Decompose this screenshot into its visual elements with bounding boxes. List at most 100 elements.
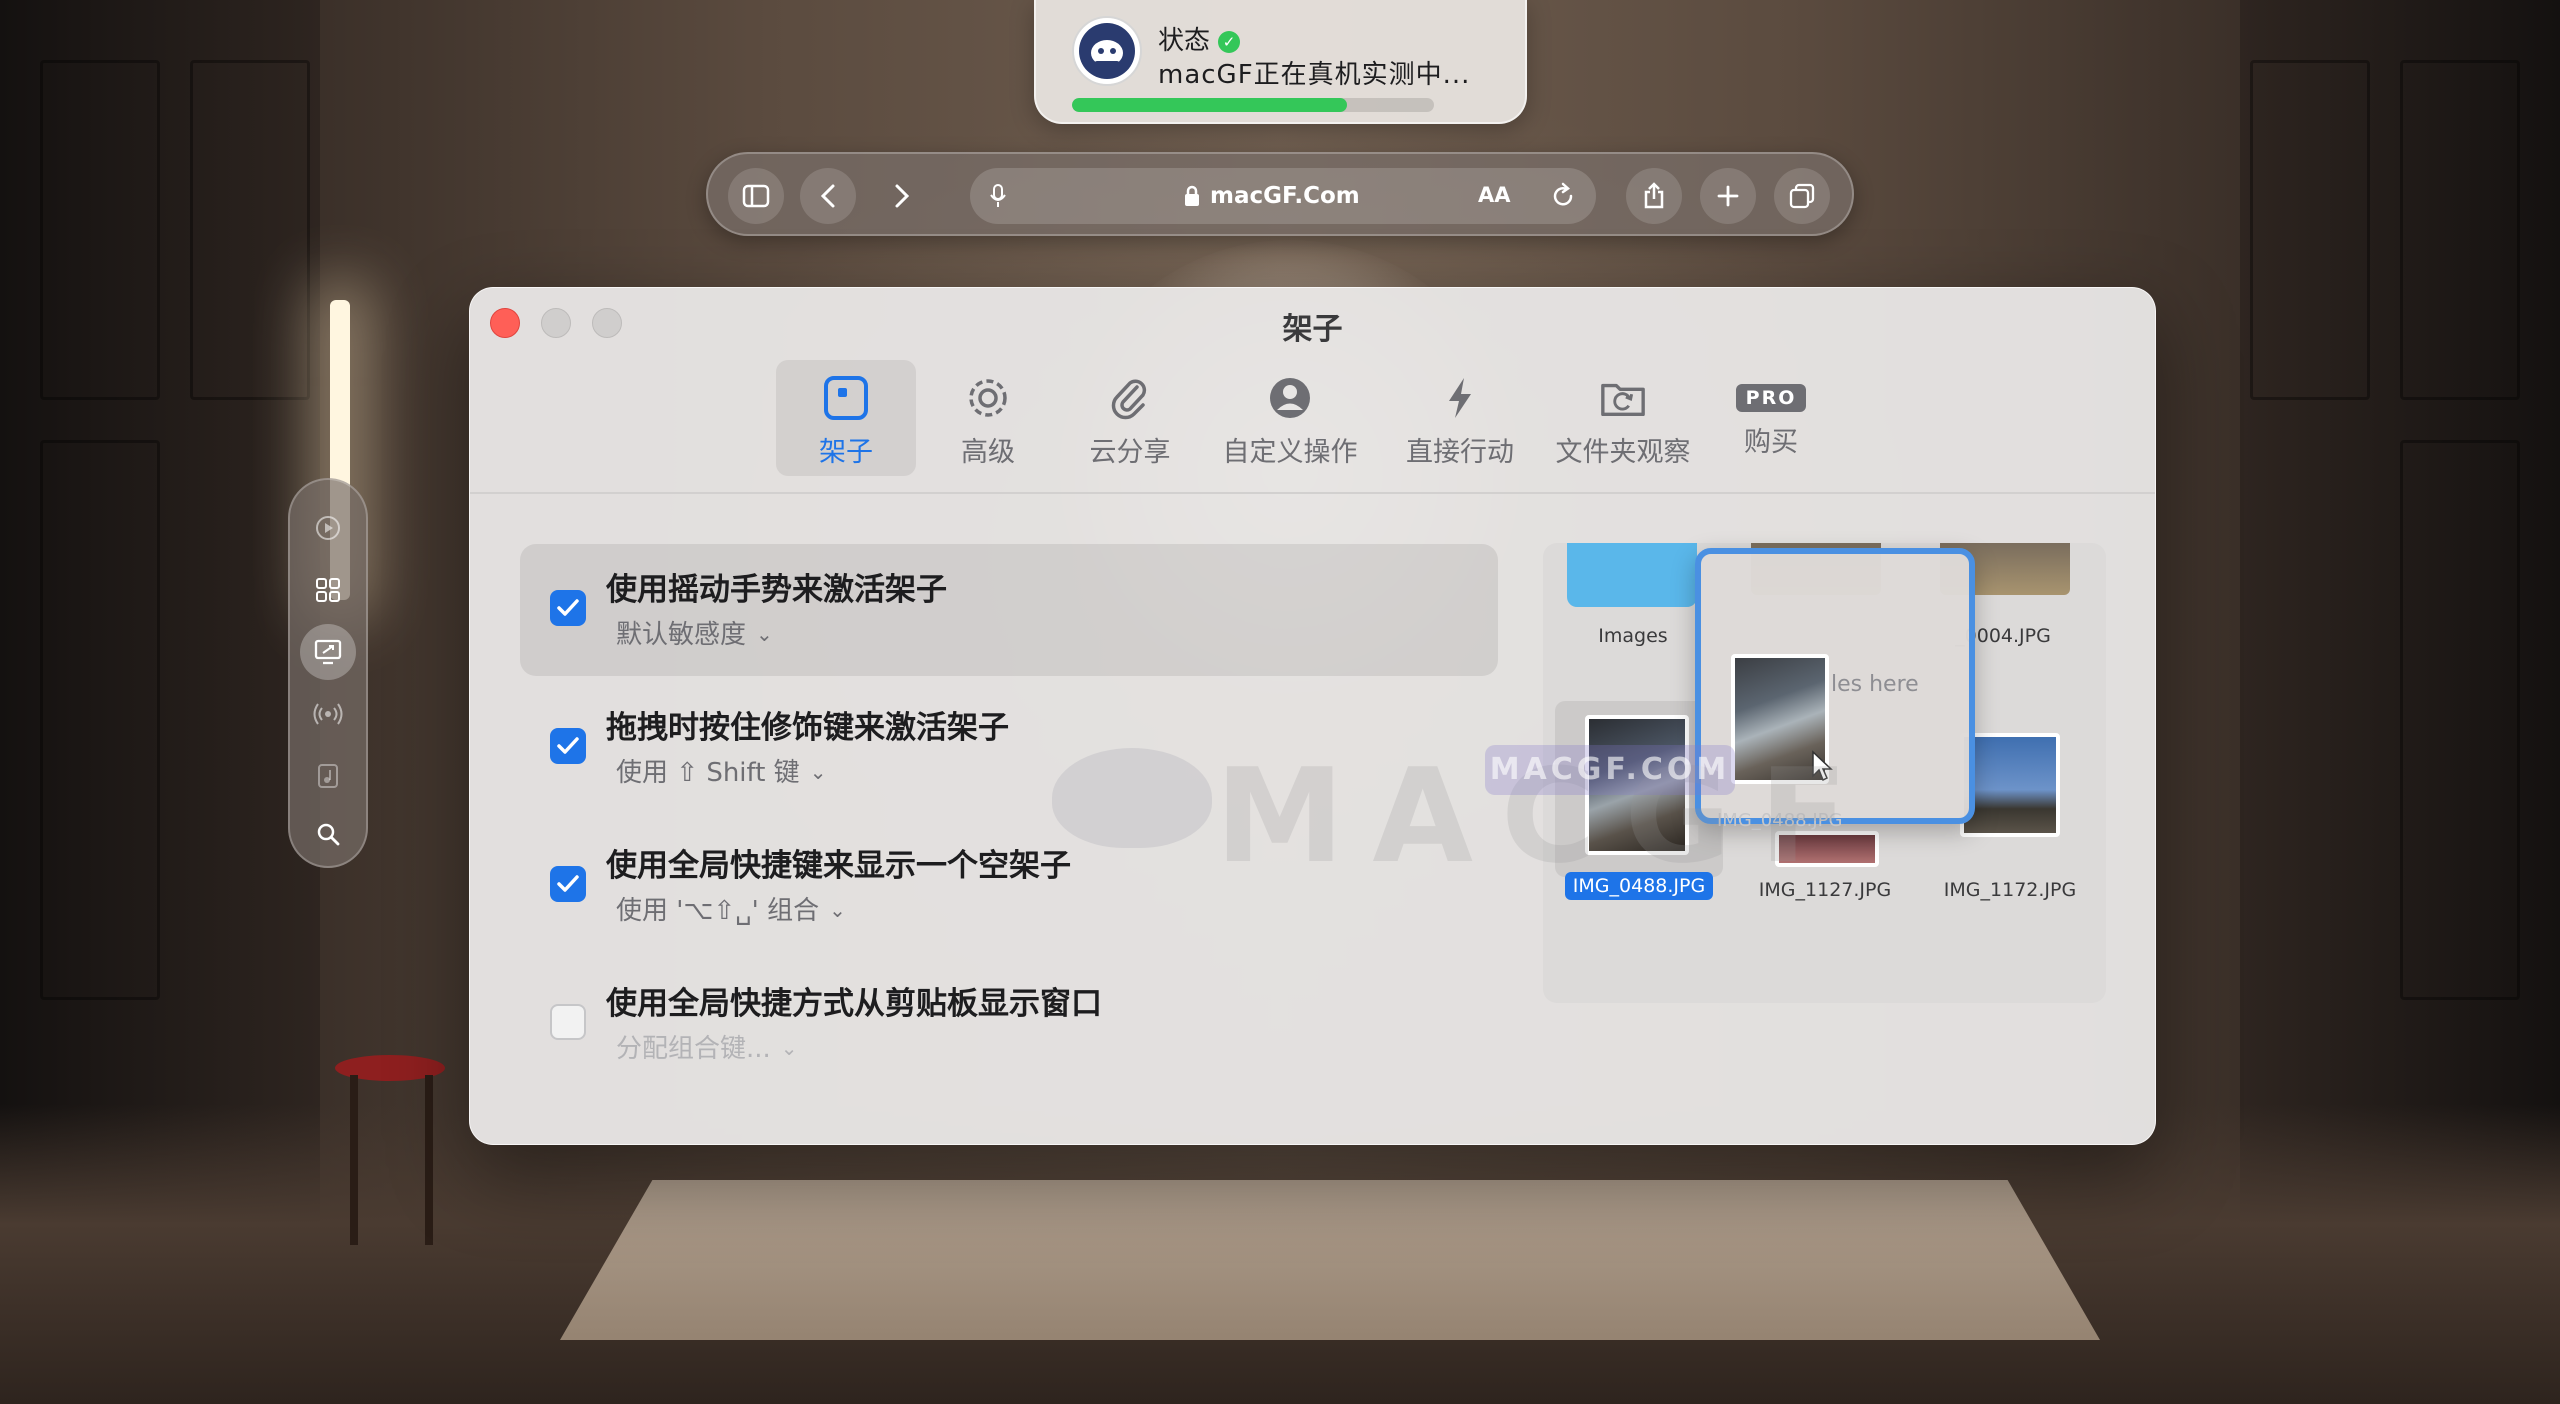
drop-hint-text: les here [1831,672,1919,697]
photo-thumbnail[interactable] [1960,733,2060,837]
grid-icon [316,578,340,602]
plus-icon [1717,185,1739,207]
broadcast-icon [313,703,343,725]
clipboard-shortcut-checkbox[interactable] [550,1004,586,1040]
tab-instant-actions[interactable]: 直接行动 [1380,360,1540,476]
status-title-text: 状态 [1158,26,1211,56]
tab-label: 自定义操作 [1222,437,1358,468]
tab-cloud-share[interactable]: 云分享 [1060,360,1200,476]
shake-sensitivity-popup[interactable]: 默认敏感度 ⌄ [616,614,773,651]
play-circle-icon [316,516,340,540]
folder-icon[interactable] [1567,543,1697,607]
tab-label: 云分享 [1089,437,1171,468]
settings-window: 架子 架子 高级 云分享 自定义操作 直接行动 文件夹观察 PRO 购买 使用摇… [469,287,2156,1145]
dock-music-button[interactable] [300,748,356,804]
tabs-icon [1789,183,1815,209]
tab-shelf[interactable]: 架子 [776,360,916,476]
file-label: IMG_1172.JPG [1943,879,2077,901]
popup-value: 使用 ⇧ Shift 键 [616,758,800,788]
popup-value: 分配组合键... [616,1034,771,1064]
dock-screen-button[interactable] [300,624,356,680]
background-stool-leg [350,1075,358,1245]
wall-panel [2250,60,2370,400]
paperclip-icon [1106,374,1154,422]
address-bar[interactable]: macGF.Com AA [970,168,1596,224]
watermark-badge: MACGF.COM [1485,745,1735,795]
microphone-icon[interactable] [988,183,1008,209]
pro-badge-icon: PRO [1735,384,1807,412]
chevron-down-icon: ⌄ [756,622,773,646]
back-button[interactable] [800,168,856,224]
screen-share-icon [314,639,342,665]
url-text: macGF.Com [1210,183,1360,209]
checkmark-icon [557,737,579,754]
reader-aa-button[interactable]: AA [1478,183,1511,207]
status-progress-fill [1072,98,1348,112]
wall-panel [190,60,310,400]
tabs-overview-button[interactable] [1774,168,1830,224]
macgf-logo-avatar [1072,16,1142,86]
popup-value: 使用 '⌥⇧␣' 组合 [616,896,820,926]
setting-title: 使用摇动手势来激活架子 [606,572,947,608]
vision-side-dock [288,478,368,868]
dock-broadcast-button[interactable] [300,686,356,742]
music-icon [318,764,338,788]
search-icon [317,823,340,846]
chevron-left-icon [820,184,835,208]
status-capsule: 状态 ✓ macGF正在真机实测中... [1034,0,1527,124]
check-circle-icon: ✓ [1218,31,1241,53]
window-title: 架子 [1282,312,1343,347]
reload-icon[interactable] [1550,182,1576,210]
chevron-down-icon: ⌄ [809,760,827,784]
share-icon [1644,182,1664,209]
tab-label: 文件夹观察 [1555,437,1691,468]
chevron-right-icon [895,184,910,208]
shake-gesture-checkbox[interactable] [550,590,586,626]
forward-button[interactable] [874,168,930,224]
wall-panel [40,60,160,400]
chevron-down-icon: ⌄ [780,1036,798,1060]
setting-title: 使用全局快捷键来显示一个空架子 [606,848,1071,884]
setting-title: 使用全局快捷方式从剪贴板显示窗口 [606,986,1102,1022]
watermark-logo [1052,748,1212,848]
tab-label: 购买 [1744,427,1798,458]
shelf-icon [822,374,870,422]
tab-label: 架子 [819,437,873,468]
status-progress-bar [1072,98,1434,112]
tab-label: 直接行动 [1406,437,1514,468]
wall-panel [2400,60,2520,400]
tab-purchase[interactable]: PRO 购买 [1706,360,1836,476]
bolt-icon [1436,374,1484,422]
status-subtitle: macGF正在真机实测中... [1158,60,1471,90]
sidebar-toggle-button[interactable] [728,168,784,224]
chevron-down-icon: ⌄ [829,898,846,922]
tab-divider [470,492,2155,494]
background-stool-leg [425,1075,433,1245]
shortcut-combo-popup[interactable]: 使用 '⌥⇧␣' 组合 ⌄ [616,890,846,927]
new-tab-button[interactable] [1700,168,1756,224]
assign-shortcut-popup[interactable]: 分配组合键... ⌄ [616,1028,798,1065]
global-shortcut-checkbox[interactable] [550,866,586,902]
tab-custom-actions[interactable]: 自定义操作 [1202,360,1378,476]
modifier-drag-checkbox[interactable] [550,728,586,764]
sidebar-icon [742,184,770,208]
share-button[interactable] [1626,168,1682,224]
setting-shake-gesture: 使用摇动手势来激活架子 默认敏感度 ⌄ [520,544,1498,676]
modifier-key-popup[interactable]: 使用 ⇧ Shift 键 ⌄ [616,752,826,789]
setting-title: 拖拽时按住修饰键来激活架子 [606,710,1009,746]
browser-toolbar: macGF.Com AA [706,152,1854,236]
status-title: 状态 ✓ [1158,20,1241,57]
dock-search-button[interactable] [300,806,356,862]
popup-value: 默认敏感度 [616,620,747,650]
tab-label: 高级 [961,437,1015,468]
lock-icon [1185,185,1199,206]
dock-play-button[interactable] [300,500,356,556]
person-icon [1266,374,1314,422]
tab-advanced[interactable]: 高级 [918,360,1058,476]
setting-clipboard-shortcut: 使用全局快捷方式从剪贴板显示窗口 分配组合键... ⌄ [520,958,1498,1090]
dock-apps-button[interactable] [300,562,356,618]
wall-panel [2400,440,2520,1000]
tab-folder-watch[interactable]: 文件夹观察 [1542,360,1704,476]
checkmark-icon [557,875,579,892]
wall-panel [40,440,160,1000]
